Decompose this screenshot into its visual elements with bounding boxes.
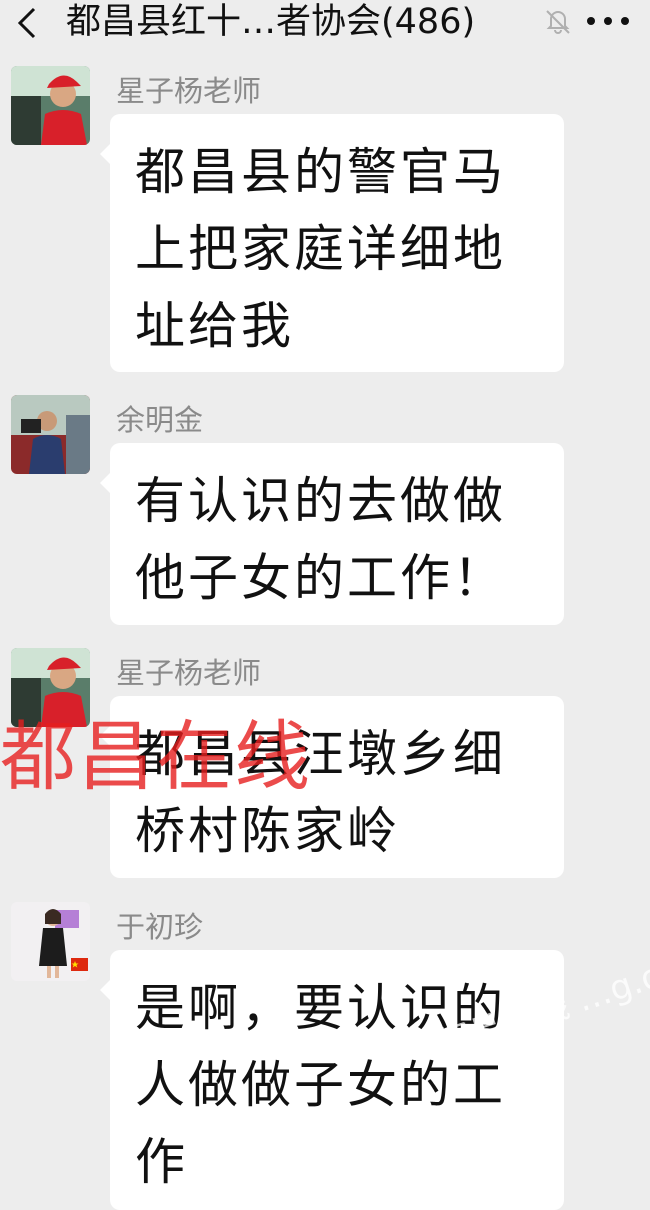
avatar[interactable]: [11, 66, 90, 145]
chevron-left-icon[interactable]: [8, 4, 46, 42]
message-bubble[interactable]: 都昌县汪墩乡细桥村陈家岭: [100, 696, 564, 878]
more-dots-icon[interactable]: [577, 6, 639, 36]
chat-title: 都昌县红十…者协会(486): [66, 2, 476, 42]
bell-off-icon: [543, 6, 573, 36]
avatar[interactable]: [11, 902, 90, 981]
avatar[interactable]: [11, 395, 90, 474]
sender-name: 星子杨老师: [116, 656, 262, 690]
sender-name: 于初珍: [116, 910, 204, 944]
message-bubble[interactable]: 都昌县的警官马上把家庭详细地址给我: [100, 114, 564, 372]
message-bubble[interactable]: 是啊，要认识的人做做子女的工作: [100, 950, 564, 1210]
avatar[interactable]: [11, 648, 90, 727]
sender-name: 余明金: [116, 403, 204, 437]
chat-header: 都昌县红十…者协会(486): [0, 0, 650, 48]
sender-name: 星子杨老师: [116, 74, 262, 108]
message-bubble[interactable]: 有认识的去做做他子女的工作！: [100, 443, 564, 625]
